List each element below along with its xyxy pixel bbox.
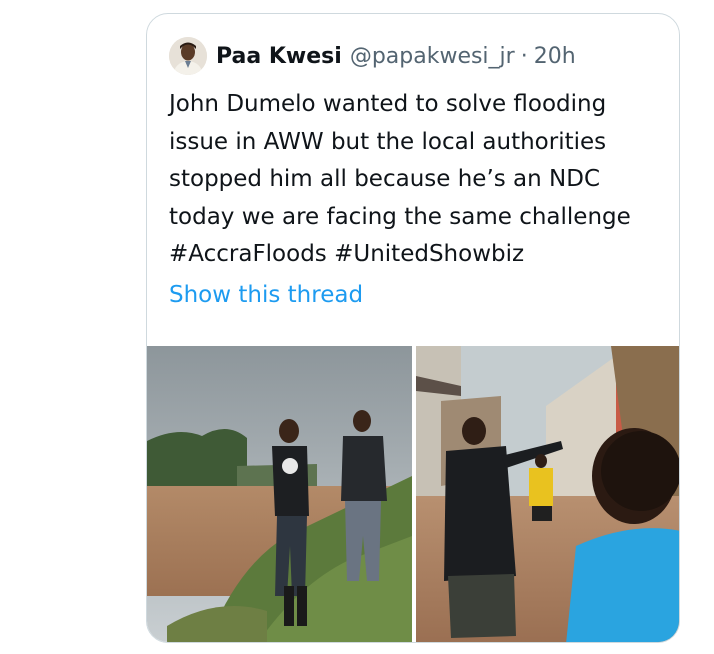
- tweet-text-line: issue in AWW but the local authorities: [169, 128, 607, 155]
- media-photo-river[interactable]: [147, 346, 412, 642]
- tweet-text-line: stopped him all because he’s an NDC: [169, 166, 601, 192]
- tweet-text-line: today we are facing the same challenge: [169, 203, 631, 230]
- media-photo-flooded-street[interactable]: [416, 346, 679, 642]
- avatar-image: [169, 37, 207, 75]
- tweet-hashtags[interactable]: #AccraFloods #UnitedShowbiz: [169, 236, 669, 274]
- tweet-card[interactable]: Paa Kwesi @papakwesi_jr · 20h John Dumel…: [146, 13, 680, 643]
- author-handle[interactable]: @papakwesi_jr: [350, 44, 515, 69]
- tweet-text-line: John Dumelo wanted to solve flooding: [169, 91, 607, 117]
- show-thread-link[interactable]: Show this thread: [169, 282, 363, 308]
- avatar[interactable]: [169, 37, 207, 75]
- separator-dot: ·: [520, 43, 528, 69]
- tweet-text: John Dumelo wanted to solve flooding iss…: [169, 86, 669, 274]
- author-name[interactable]: Paa Kwesi: [216, 44, 342, 69]
- tweet-timestamp[interactable]: 20h: [534, 44, 576, 69]
- tweet-media: [147, 346, 679, 642]
- tweet-header: Paa Kwesi @papakwesi_jr · 20h: [169, 36, 576, 76]
